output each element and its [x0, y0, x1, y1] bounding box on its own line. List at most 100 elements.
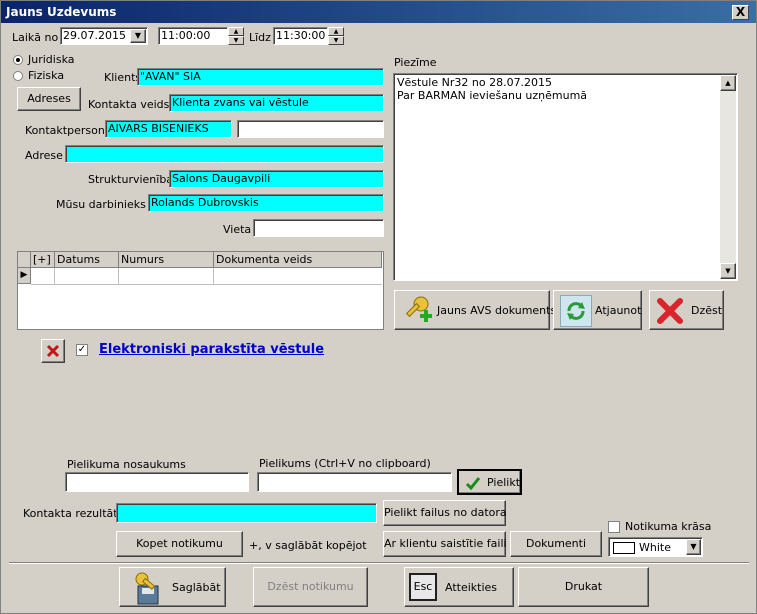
refresh-button[interactable]: Atjaunot — [553, 290, 642, 330]
contact-type-field[interactable]: Klienta zvans vai vēstule — [169, 94, 384, 112]
col-header-doc-type[interactable]: Dokumenta veids — [214, 252, 382, 268]
checkmark-icon: ✓ — [77, 344, 87, 355]
red-x-icon — [657, 298, 683, 324]
col-header-expand[interactable]: [+] — [31, 252, 55, 268]
end-time-field[interactable]: 11:30:00 — [273, 27, 328, 45]
table-corner — [18, 252, 31, 268]
from-label: Laikā no — [12, 31, 59, 44]
cancel-label: Atteikties — [445, 581, 498, 594]
save-button[interactable]: Saglābāt — [119, 567, 226, 607]
event-color-select[interactable]: White ▼ — [608, 537, 703, 557]
contact-type-value: Klienta zvans vai vēstule — [172, 96, 309, 109]
title-bar: Jauns Uzdevums X — [1, 1, 756, 23]
to-label: Līdz — [249, 31, 271, 44]
date-value: 29.07.2015 — [63, 29, 126, 42]
unit-label: Strukturvienība — [88, 173, 174, 186]
color-swatch-icon — [613, 542, 635, 554]
result-label: Kontakta rezultāts — [23, 507, 124, 520]
green-check-icon — [465, 477, 481, 491]
refresh-icon — [560, 295, 592, 327]
address-label: Adrese — [25, 149, 63, 162]
place-label: Vieta — [223, 223, 252, 236]
spin-up-icon[interactable]: ▲ — [328, 27, 344, 36]
note-line: Vēstule Nr32 no 28.07.2015 — [397, 76, 553, 89]
refresh-label: Atjaunot — [595, 304, 642, 317]
start-time-field[interactable]: 11:00:00 — [158, 27, 228, 45]
esign-link[interactable]: Elektroniski parakstīta vēstule — [99, 342, 324, 357]
date-dropdown-button[interactable]: ▼ — [130, 29, 146, 43]
attachment-file-field[interactable] — [257, 472, 452, 492]
key-disk-icon — [135, 572, 159, 605]
attach-button[interactable]: Pielikt — [457, 469, 522, 495]
note-line: Par BARMAN ieviešanu uzņēmumā — [397, 89, 588, 102]
employee-value: Rolands Dubrovskis — [151, 196, 259, 209]
addresses-button[interactable]: Adreses — [17, 87, 81, 111]
close-icon: X — [735, 5, 746, 19]
new-avs-document-label: Jauns AVS dokuments — [437, 304, 557, 317]
scroll-down-icon[interactable]: ▼ — [720, 263, 736, 279]
scroll-up-icon[interactable]: ▲ — [720, 75, 736, 91]
radio-fiziska-label: Fiziska — [28, 69, 65, 82]
delete-event-button[interactable]: Dzēst notikumu — [253, 567, 368, 607]
event-color-label: Notikuma krāsa — [625, 520, 712, 533]
documents-table[interactable]: [+] Datums Numurs Dokumenta veids ▶ — [17, 251, 384, 330]
address-field[interactable] — [65, 145, 384, 163]
spin-down-icon[interactable]: ▼ — [228, 36, 244, 45]
save-label: Saglābāt — [172, 581, 221, 594]
copy-event-button[interactable]: Kopet notikumu — [116, 531, 243, 557]
spin-down-icon[interactable]: ▼ — [328, 36, 344, 45]
red-x-icon — [46, 344, 60, 358]
esign-checkbox[interactable]: ✓ — [76, 344, 88, 356]
task-window: Jauns Uzdevums X Laikā no 29.07.2015 ▼ 1… — [0, 0, 757, 614]
delete-label: Dzēst — [691, 304, 723, 317]
documents-button[interactable]: Dokumenti — [510, 531, 602, 557]
window-title: Jauns Uzdevums — [6, 5, 117, 19]
clear-esign-button[interactable] — [41, 339, 65, 363]
contact-person-extra-field[interactable] — [237, 120, 384, 138]
result-field[interactable] — [116, 503, 377, 523]
attachment-name-field[interactable] — [65, 472, 249, 492]
employee-label: Mūsu darbinieks — [56, 198, 146, 211]
note-scrollbar[interactable]: ▲ ▼ — [720, 75, 736, 279]
place-field[interactable] — [253, 219, 384, 237]
new-avs-document-button[interactable]: Jauns AVS dokuments — [394, 290, 556, 330]
start-time-value: 11:00:00 — [161, 29, 211, 42]
contact-person-value: AIVARS BISENIEKS — [108, 122, 209, 135]
chevron-down-icon[interactable]: ▼ — [686, 539, 701, 555]
chevron-down-icon: ▼ — [134, 31, 142, 40]
close-button[interactable]: X — [732, 5, 749, 20]
delete-button[interactable]: Dzēst — [649, 290, 724, 330]
print-button[interactable]: Drukat — [518, 567, 649, 607]
radio-juridiska[interactable] — [13, 55, 23, 65]
client-value: "AVAN" SIA — [140, 70, 201, 83]
esc-key-icon: Esc — [409, 573, 437, 601]
table-row[interactable] — [31, 268, 382, 285]
key-plus-icon — [405, 296, 432, 322]
attach-from-pc-button[interactable]: Pielikt failus no datora — [383, 500, 507, 526]
contact-type-label: Kontakta veids — [88, 98, 170, 111]
unit-field[interactable]: Salons Daugavpili — [169, 170, 384, 188]
note-textarea[interactable]: Vēstule Nr32 no 28.07.2015 Par BARMAN ie… — [393, 73, 738, 281]
contact-person-label: Kontaktpersona — [25, 124, 112, 137]
start-time-spinner[interactable]: ▲ ▼ — [228, 27, 244, 45]
col-header-date[interactable]: Datums — [55, 252, 119, 268]
row-indicator-icon: ▶ — [18, 268, 31, 284]
end-time-value: 11:30:00 — [276, 29, 326, 42]
cancel-button[interactable]: Esc Atteikties — [404, 567, 514, 607]
attach-label: Pielikt — [487, 476, 521, 489]
client-label: Klients — [104, 71, 142, 84]
contact-person-field[interactable]: AIVARS BISENIEKS — [105, 120, 232, 138]
radio-fiziska[interactable] — [13, 71, 23, 81]
client-field[interactable]: "AVAN" SIA — [137, 68, 384, 86]
radio-juridiska-label: Juridiska — [28, 53, 75, 66]
attachment-file-label: Pielikums (Ctrl+V no clipboard) — [259, 457, 431, 470]
event-color-value: White — [639, 541, 671, 554]
col-header-number[interactable]: Numurs — [119, 252, 214, 268]
unit-value: Salons Daugavpili — [172, 172, 271, 185]
employee-field[interactable]: Rolands Dubrovskis — [148, 194, 384, 212]
end-time-spinner[interactable]: ▲ ▼ — [328, 27, 344, 45]
copy-hint: +, v saglābāt kopējot — [249, 539, 367, 552]
spin-up-icon[interactable]: ▲ — [228, 27, 244, 36]
client-files-button[interactable]: Ar klientu saistītie faili — [383, 531, 507, 557]
event-color-checkbox[interactable] — [608, 521, 620, 533]
